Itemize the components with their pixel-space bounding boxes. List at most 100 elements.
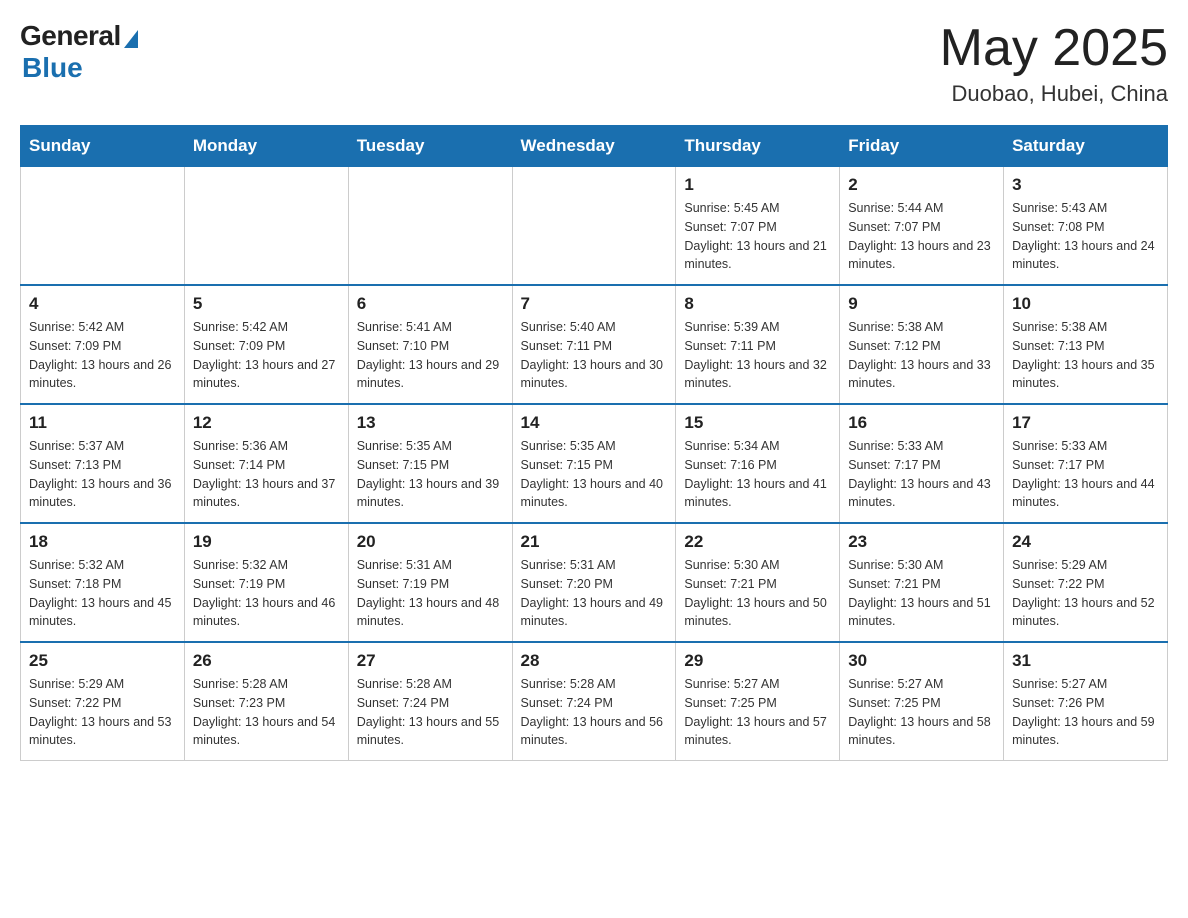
calendar-table: SundayMondayTuesdayWednesdayThursdayFrid…: [20, 125, 1168, 761]
day-info: Sunrise: 5:45 AM Sunset: 7:07 PM Dayligh…: [684, 199, 831, 274]
day-info: Sunrise: 5:31 AM Sunset: 7:20 PM Dayligh…: [521, 556, 668, 631]
calendar-cell: 2Sunrise: 5:44 AM Sunset: 7:07 PM Daylig…: [840, 167, 1004, 286]
calendar-cell: 5Sunrise: 5:42 AM Sunset: 7:09 PM Daylig…: [184, 285, 348, 404]
logo: General Blue: [20, 20, 138, 84]
logo-blue-text: Blue: [22, 52, 83, 84]
day-number: 29: [684, 651, 831, 671]
day-number: 9: [848, 294, 995, 314]
day-number: 23: [848, 532, 995, 552]
column-header-friday: Friday: [840, 126, 1004, 167]
calendar-cell: 21 Sunrise: 5:31 AM Sunset: 7:20 PM Dayli…: [512, 523, 676, 642]
location-subtitle: Duobao, Hubei, China: [940, 81, 1168, 107]
day-info: Sunrise: 5:32 AM Sunset: 7:18 PM Dayligh…: [29, 556, 176, 631]
column-header-tuesday: Tuesday: [348, 126, 512, 167]
day-number: 31: [1012, 651, 1159, 671]
day-info: Sunrise: 5:42 AM Sunset: 7:09 PM Dayligh…: [29, 318, 176, 393]
calendar-cell: 23 Sunrise: 5:30 AM Sunset: 7:21 PM Dayli…: [840, 523, 1004, 642]
calendar-week-row: 1 Sunrise: 5:45 AM Sunset: 7:07 PM Daylig…: [21, 167, 1168, 286]
day-number: 25: [29, 651, 176, 671]
calendar-cell: 8 Sunrise: 5:39 AM Sunset: 7:11 PM Daylig…: [676, 285, 840, 404]
day-number: 4: [29, 294, 176, 314]
day-info: Sunrise: 5:27 AM Sunset: 7:25 PM Dayligh…: [684, 675, 831, 750]
day-info: Sunrise: 5:38 AM Sunset: 7:12 PM Dayligh…: [848, 318, 995, 393]
day-info: Sunrise: 5:33 AM Sunset: 7:17 PM Dayligh…: [848, 437, 995, 512]
calendar-cell: 4 Sunrise: 5:42 AM Sunset: 7:09 PM Daylig…: [21, 285, 185, 404]
day-number: 15: [684, 413, 831, 433]
day-info: Sunrise: 5:41 AM Sunset: 7:10 PM Dayligh…: [357, 318, 504, 393]
day-number: 24: [1012, 532, 1159, 552]
calendar-week-row: 4 Sunrise: 5:42 AM Sunset: 7:09 PM Daylig…: [21, 285, 1168, 404]
day-number: 10: [1012, 294, 1159, 314]
day-info: Sunrise: 5:44 AM Sunset: 7:07 PM Dayligh…: [848, 199, 995, 274]
calendar-week-row: 11Sunrise: 5:37 AM Sunset: 7:13 PM Dayli…: [21, 404, 1168, 523]
calendar-cell: 7 Sunrise: 5:40 AM Sunset: 7:11 PM Daylig…: [512, 285, 676, 404]
logo-general-text: General: [20, 20, 121, 52]
calendar-cell: 25 Sunrise: 5:29 AM Sunset: 7:22 PM Dayli…: [21, 642, 185, 761]
day-number: 8: [684, 294, 831, 314]
calendar-cell: 22 Sunrise: 5:30 AM Sunset: 7:21 PM Dayli…: [676, 523, 840, 642]
day-info: Sunrise: 5:35 AM Sunset: 7:15 PM Dayligh…: [357, 437, 504, 512]
day-info: Sunrise: 5:32 AM Sunset: 7:19 PM Dayligh…: [193, 556, 340, 631]
calendar-cell: 9 Sunrise: 5:38 AM Sunset: 7:12 PM Daylig…: [840, 285, 1004, 404]
column-header-monday: Monday: [184, 126, 348, 167]
title-section: May 2025 Duobao, Hubei, China: [940, 20, 1168, 107]
calendar-cell: 20 Sunrise: 5:31 AM Sunset: 7:19 PM Dayli…: [348, 523, 512, 642]
day-number: 3: [1012, 175, 1159, 195]
day-number: 12: [193, 413, 340, 433]
day-info: Sunrise: 5:39 AM Sunset: 7:11 PM Dayligh…: [684, 318, 831, 393]
day-number: 1: [684, 175, 831, 195]
day-number: 27: [357, 651, 504, 671]
day-number: 13: [357, 413, 504, 433]
day-info: Sunrise: 5:31 AM Sunset: 7:19 PM Dayligh…: [357, 556, 504, 631]
calendar-cell: 12Sunrise: 5:36 AM Sunset: 7:14 PM Dayli…: [184, 404, 348, 523]
day-number: 17: [1012, 413, 1159, 433]
calendar-cell: 15Sunrise: 5:34 AM Sunset: 7:16 PM Dayli…: [676, 404, 840, 523]
calendar-cell: 18 Sunrise: 5:32 AM Sunset: 7:18 PM Dayli…: [21, 523, 185, 642]
calendar-cell: [184, 167, 348, 286]
day-info: Sunrise: 5:27 AM Sunset: 7:26 PM Dayligh…: [1012, 675, 1159, 750]
day-info: Sunrise: 5:29 AM Sunset: 7:22 PM Dayligh…: [1012, 556, 1159, 631]
day-number: 6: [357, 294, 504, 314]
calendar-cell: 27Sunrise: 5:28 AM Sunset: 7:24 PM Dayli…: [348, 642, 512, 761]
calendar-cell: 13 Sunrise: 5:35 AM Sunset: 7:15 PM Dayli…: [348, 404, 512, 523]
calendar-cell: 31 Sunrise: 5:27 AM Sunset: 7:26 PM Dayli…: [1004, 642, 1168, 761]
page-header: General Blue May 2025 Duobao, Hubei, Chi…: [20, 20, 1168, 107]
column-header-sunday: Sunday: [21, 126, 185, 167]
day-info: Sunrise: 5:29 AM Sunset: 7:22 PM Dayligh…: [29, 675, 176, 750]
calendar-cell: 24 Sunrise: 5:29 AM Sunset: 7:22 PM Dayli…: [1004, 523, 1168, 642]
column-header-saturday: Saturday: [1004, 126, 1168, 167]
calendar-cell: 26Sunrise: 5:28 AM Sunset: 7:23 PM Dayli…: [184, 642, 348, 761]
day-number: 19: [193, 532, 340, 552]
logo-triangle-icon: [124, 30, 138, 48]
day-info: Sunrise: 5:30 AM Sunset: 7:21 PM Dayligh…: [684, 556, 831, 631]
day-number: 14: [521, 413, 668, 433]
column-header-wednesday: Wednesday: [512, 126, 676, 167]
calendar-cell: 16Sunrise: 5:33 AM Sunset: 7:17 PM Dayli…: [840, 404, 1004, 523]
day-info: Sunrise: 5:30 AM Sunset: 7:21 PM Dayligh…: [848, 556, 995, 631]
day-info: Sunrise: 5:33 AM Sunset: 7:17 PM Dayligh…: [1012, 437, 1159, 512]
calendar-cell: 14Sunrise: 5:35 AM Sunset: 7:15 PM Dayli…: [512, 404, 676, 523]
calendar-cell: [348, 167, 512, 286]
day-number: 21: [521, 532, 668, 552]
calendar-cell: 29 Sunrise: 5:27 AM Sunset: 7:25 PM Dayli…: [676, 642, 840, 761]
calendar-cell: 17 Sunrise: 5:33 AM Sunset: 7:17 PM Dayli…: [1004, 404, 1168, 523]
day-number: 20: [357, 532, 504, 552]
calendar-cell: [21, 167, 185, 286]
day-number: 30: [848, 651, 995, 671]
calendar-cell: 3Sunrise: 5:43 AM Sunset: 7:08 PM Daylig…: [1004, 167, 1168, 286]
day-number: 26: [193, 651, 340, 671]
calendar-cell: 11Sunrise: 5:37 AM Sunset: 7:13 PM Dayli…: [21, 404, 185, 523]
calendar-cell: 19 Sunrise: 5:32 AM Sunset: 7:19 PM Dayli…: [184, 523, 348, 642]
day-number: 5: [193, 294, 340, 314]
day-number: 11: [29, 413, 176, 433]
day-info: Sunrise: 5:40 AM Sunset: 7:11 PM Dayligh…: [521, 318, 668, 393]
day-number: 18: [29, 532, 176, 552]
day-info: Sunrise: 5:28 AM Sunset: 7:24 PM Dayligh…: [521, 675, 668, 750]
calendar-cell: 10Sunrise: 5:38 AM Sunset: 7:13 PM Dayli…: [1004, 285, 1168, 404]
calendar-week-row: 25 Sunrise: 5:29 AM Sunset: 7:22 PM Dayli…: [21, 642, 1168, 761]
calendar-cell: 30Sunrise: 5:27 AM Sunset: 7:25 PM Dayli…: [840, 642, 1004, 761]
day-number: 22: [684, 532, 831, 552]
calendar-cell: 6 Sunrise: 5:41 AM Sunset: 7:10 PM Daylig…: [348, 285, 512, 404]
day-number: 7: [521, 294, 668, 314]
calendar-cell: 28Sunrise: 5:28 AM Sunset: 7:24 PM Dayli…: [512, 642, 676, 761]
